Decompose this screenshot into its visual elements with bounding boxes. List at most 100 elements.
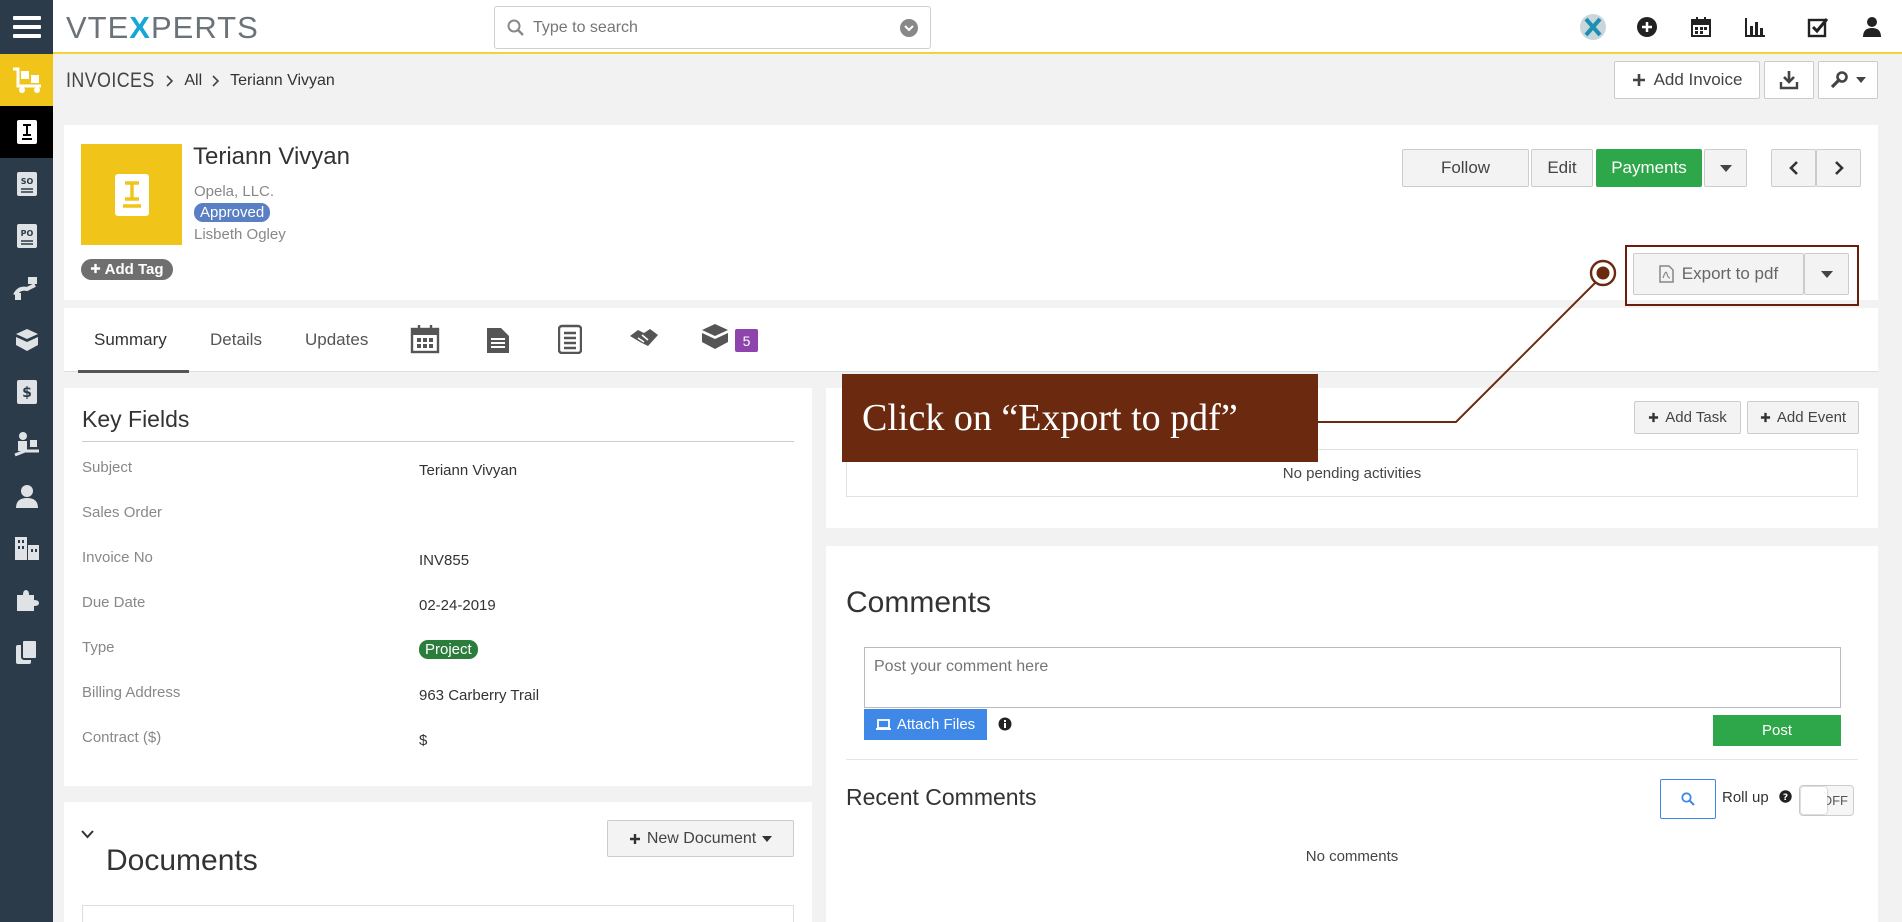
tab-documents[interactable] xyxy=(486,324,510,359)
add-task-button[interactable]: Add Task xyxy=(1634,401,1741,434)
puzzle-icon xyxy=(16,590,39,611)
menu-button[interactable] xyxy=(0,0,53,54)
tab-updates[interactable]: Updates xyxy=(305,330,368,350)
wrench-icon xyxy=(1830,71,1848,89)
field-label: Type xyxy=(82,639,115,656)
caret-down-icon xyxy=(1856,77,1866,83)
chevron-left-icon xyxy=(1788,161,1798,175)
caret-down-icon xyxy=(1719,164,1732,172)
svg-text:SO: SO xyxy=(20,177,33,186)
search-comments-button[interactable] xyxy=(1660,779,1716,819)
new-document-button[interactable]: New Document xyxy=(607,820,794,857)
field-value[interactable]: $ xyxy=(419,732,427,749)
help-icon[interactable]: ? xyxy=(1779,790,1792,803)
field-value[interactable]: Teriann Vivyan xyxy=(419,462,517,479)
type-badge[interactable]: Project xyxy=(419,640,478,659)
roll-up-label: Roll up ? xyxy=(1722,789,1792,806)
field-value[interactable]: 963 Carberry Trail xyxy=(419,687,539,704)
recent-comments-title: Recent Comments xyxy=(846,784,1037,810)
more-actions-dropdown[interactable] xyxy=(1704,149,1747,187)
invoice-icon xyxy=(114,173,149,216)
record-organization[interactable]: Opela, LLC. xyxy=(194,183,274,200)
search-dropdown-icon[interactable] xyxy=(900,19,918,37)
chevron-right-icon xyxy=(212,75,220,87)
field-value[interactable]: INV855 xyxy=(419,552,469,569)
field-value[interactable]: 02-24-2019 xyxy=(419,597,496,614)
cart-icon xyxy=(12,67,41,93)
handshake-icon xyxy=(630,329,658,346)
user-icon[interactable] xyxy=(1857,12,1887,42)
comment-input[interactable] xyxy=(865,648,1840,707)
sidebar-item-service[interactable] xyxy=(0,418,53,470)
toggle-knob xyxy=(1801,787,1827,814)
document-icon xyxy=(487,328,509,353)
collapse-toggle[interactable] xyxy=(81,826,94,844)
logo[interactable]: VTEXPERTS xyxy=(66,10,259,46)
cubes-icon xyxy=(702,324,728,349)
sidebar-item-vendors[interactable] xyxy=(0,262,53,314)
active-tab-indicator xyxy=(78,370,189,373)
bar-chart-icon[interactable] xyxy=(1740,12,1770,42)
add-circle-icon[interactable] xyxy=(1632,12,1662,42)
sidebar-item-contacts[interactable] xyxy=(0,470,53,522)
roll-up-toggle[interactable]: OFF xyxy=(1799,785,1854,816)
sidebar-item-pricebooks[interactable]: $ xyxy=(0,366,53,418)
breadcrumb-record: Teriann Vivyan xyxy=(230,72,335,89)
invoice-icon xyxy=(16,120,37,144)
comments-title: Comments xyxy=(846,586,992,619)
post-button[interactable]: Post xyxy=(1713,715,1841,746)
tab-details[interactable]: Details xyxy=(210,330,262,350)
edit-button[interactable]: Edit xyxy=(1531,149,1593,187)
download-tray-icon xyxy=(1779,71,1799,90)
svg-text:$: $ xyxy=(22,385,32,401)
sidebar-item-inventory[interactable] xyxy=(0,54,53,106)
task-check-icon[interactable] xyxy=(1803,12,1833,42)
person-hand-icon xyxy=(13,432,39,457)
caret-down-icon xyxy=(762,835,773,842)
tab-deals[interactable] xyxy=(628,324,660,357)
tab-invoice-list[interactable] xyxy=(557,324,583,359)
key-fields-panel xyxy=(64,388,812,786)
cubes-icon xyxy=(15,329,38,351)
add-invoice-button[interactable]: Add Invoice xyxy=(1614,61,1760,99)
divider xyxy=(846,759,1858,760)
record-image xyxy=(81,144,182,245)
tab-products[interactable] xyxy=(700,322,730,357)
sidebar-item-organizations[interactable] xyxy=(0,522,53,574)
calendar-icon[interactable] xyxy=(1686,12,1716,42)
breadcrumb-module[interactable]: INVOICES xyxy=(66,69,155,93)
tab-calendar[interactable] xyxy=(410,324,440,359)
follow-button[interactable]: Follow xyxy=(1402,149,1529,187)
field-label: Sales Order xyxy=(82,504,163,521)
svg-text:?: ? xyxy=(1783,793,1788,803)
sidebar-item-sales-orders[interactable]: SO xyxy=(0,158,53,210)
next-record-button[interactable] xyxy=(1816,149,1861,187)
payments-button[interactable]: Payments xyxy=(1596,149,1702,187)
plus-icon xyxy=(1649,412,1659,423)
chevron-right-icon xyxy=(1834,161,1844,175)
sidebar-item-documents[interactable] xyxy=(0,626,53,678)
documents-list xyxy=(82,905,794,922)
breadcrumb-filter[interactable]: All xyxy=(184,72,202,90)
sidebar-item-invoices[interactable] xyxy=(0,106,53,158)
tab-summary[interactable]: Summary xyxy=(94,330,167,350)
count-badge: 5 xyxy=(735,329,758,352)
attach-files-button[interactable]: Attach Files xyxy=(864,709,987,740)
copy-files-icon xyxy=(15,639,38,664)
field-label: Contract ($) xyxy=(82,729,162,746)
sidebar-item-extensions[interactable] xyxy=(0,574,53,626)
x-app-icon[interactable] xyxy=(1578,12,1608,42)
import-button[interactable] xyxy=(1764,61,1814,99)
search-input[interactable] xyxy=(533,15,873,41)
info-icon[interactable] xyxy=(998,717,1012,736)
add-event-button[interactable]: Add Event xyxy=(1747,401,1859,434)
previous-record-button[interactable] xyxy=(1771,149,1816,187)
calendar-icon xyxy=(410,325,440,354)
add-tag-button[interactable]: Add Tag xyxy=(81,259,173,280)
sidebar-item-products[interactable] xyxy=(0,314,53,366)
chevron-down-icon xyxy=(81,830,94,839)
sidebar-item-purchase-orders[interactable]: PO xyxy=(0,210,53,262)
plus-icon xyxy=(1760,412,1770,423)
settings-menu-button[interactable] xyxy=(1818,61,1878,99)
search-icon xyxy=(1681,792,1695,806)
